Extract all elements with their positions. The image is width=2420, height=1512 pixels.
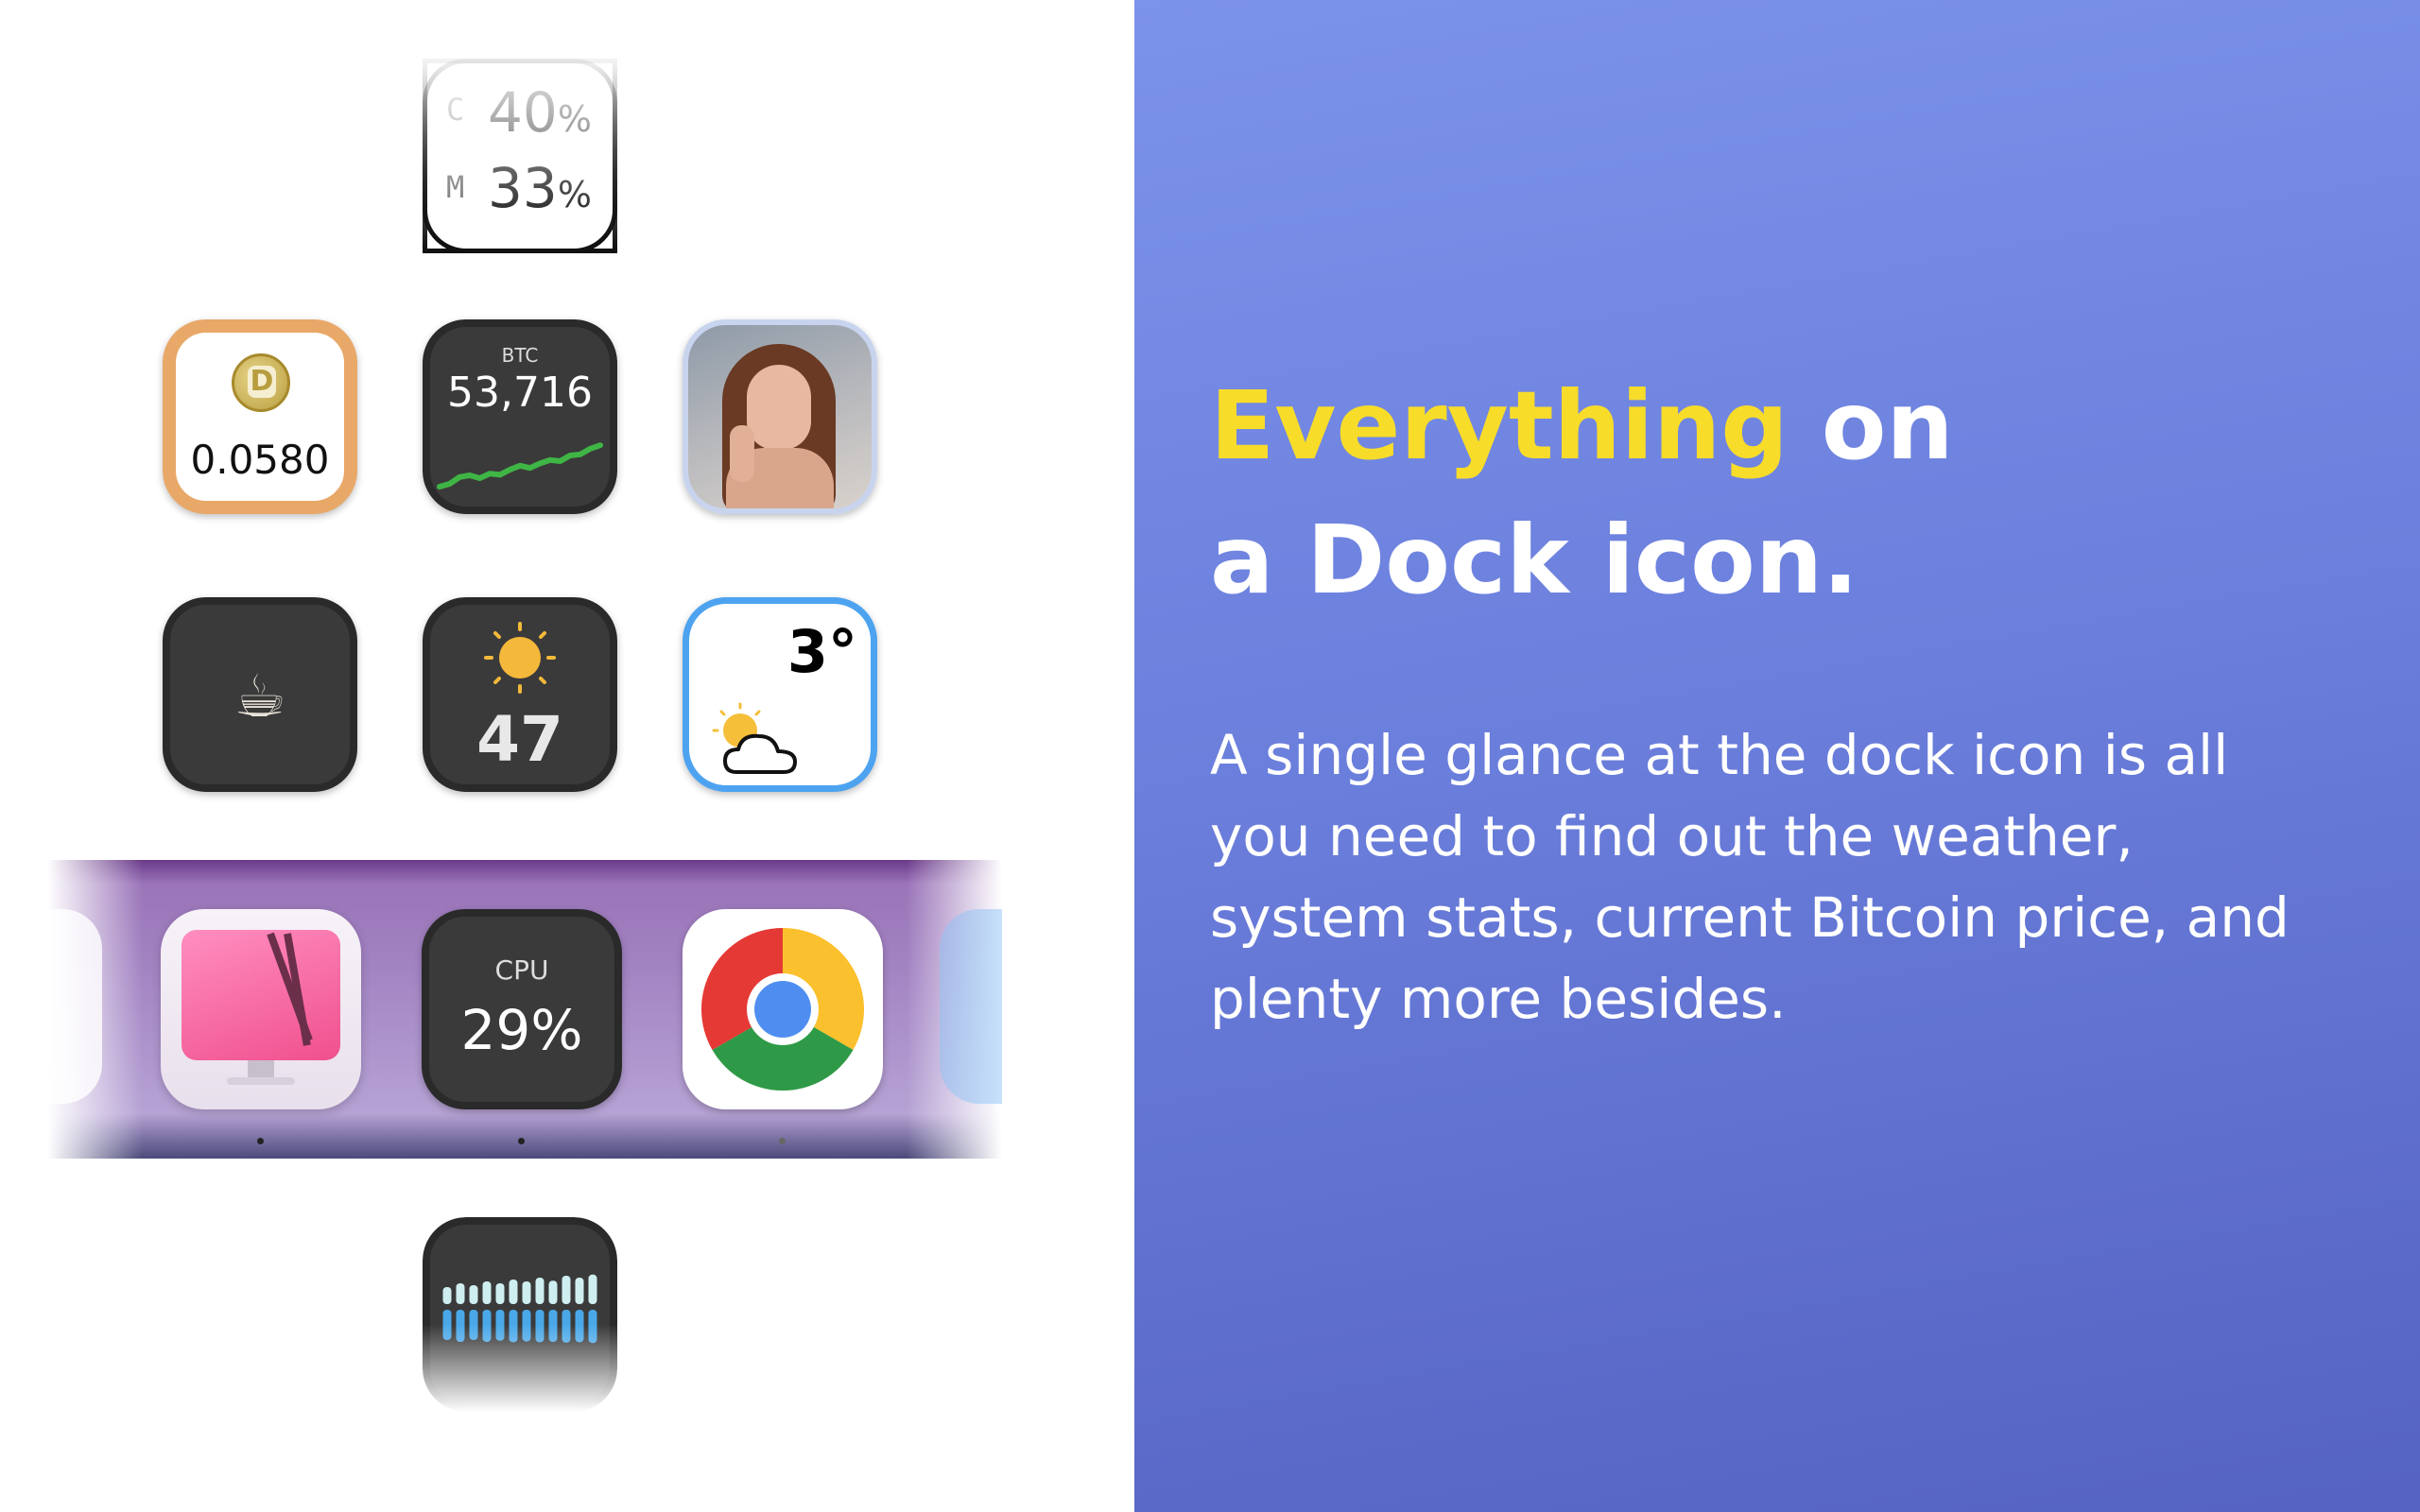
- icon-showcase-panel: C 40% M 33% D 0.0580 BTC 53,716 ☕ 47 3° …: [0, 0, 1134, 1512]
- audio-bar-top: [588, 1274, 597, 1304]
- audio-bar-bottom: [575, 1310, 584, 1343]
- sun-temperature-value: 47: [476, 703, 563, 776]
- btc-sparkline: [437, 442, 603, 490]
- chrome-icon[interactable]: [683, 909, 883, 1109]
- weather-icon[interactable]: 3°: [683, 597, 877, 792]
- audio-bar-bottom: [442, 1310, 452, 1340]
- description-text: A single glance at the dock icon is all …: [1210, 723, 2290, 1031]
- headline-line1-rest: on: [1788, 370, 1954, 481]
- dock-running-indicator: [779, 1138, 786, 1144]
- cpu-value: 40%: [488, 80, 592, 145]
- btc-label: BTC: [501, 344, 539, 367]
- partly-cloudy-icon: [712, 702, 797, 774]
- audio-bar-bottom: [456, 1310, 465, 1342]
- chrome-logo: [700, 928, 865, 1091]
- portrait-photo: [688, 325, 872, 508]
- sun-temperature-icon[interactable]: 47: [423, 597, 617, 792]
- cpu-dock-value: 29%: [460, 998, 583, 1062]
- bitcoin-price-icon[interactable]: BTC 53,716: [423, 319, 617, 514]
- audio-bar-top: [456, 1283, 465, 1304]
- audio-levels-icon[interactable]: [423, 1217, 617, 1412]
- audio-bar-bottom: [495, 1310, 505, 1341]
- dock-partial-left-icon[interactable]: [0, 909, 102, 1104]
- dock-partial-right-icon[interactable]: [940, 909, 1002, 1104]
- memory-value: 33%: [488, 156, 592, 220]
- memory-label: M: [446, 169, 465, 205]
- memory-stats-icon-frame: C 40% M 33%: [423, 59, 617, 253]
- audio-bar-top: [442, 1287, 452, 1304]
- dock-running-indicator: [257, 1138, 264, 1144]
- audio-bar-top: [482, 1281, 492, 1304]
- audio-bars: [442, 1274, 597, 1344]
- btc-price: 53,716: [447, 369, 593, 417]
- coffee-cup-icon: ☕: [233, 662, 286, 730]
- headline-accent: Everything: [1210, 370, 1789, 481]
- audio-bar-bottom: [469, 1310, 478, 1340]
- audio-bar-bottom: [588, 1310, 597, 1344]
- weather-temperature: 3°: [786, 617, 857, 686]
- audio-bar-bottom: [482, 1310, 492, 1342]
- audio-bar-bottom: [562, 1310, 571, 1343]
- dogecoin-coin-icon: D: [232, 353, 290, 412]
- audio-bar-bottom: [522, 1310, 531, 1342]
- audio-bar-top: [522, 1281, 531, 1304]
- dock-cpu-icon[interactable]: CPU 29%: [422, 909, 622, 1109]
- audio-bar-top: [535, 1278, 544, 1304]
- audio-bar-bottom: [509, 1310, 518, 1343]
- dogecoin-price: 0.0580: [190, 437, 330, 483]
- audio-bar-top: [509, 1280, 518, 1304]
- btc-sparkline-path: [437, 442, 603, 490]
- audio-bar-top: [469, 1285, 478, 1304]
- headline: Everything on a Dock icon.: [1210, 359, 2344, 627]
- caffeine-icon[interactable]: ☕: [163, 597, 357, 792]
- audio-bar-top: [495, 1283, 505, 1304]
- sun-icon: [484, 622, 556, 694]
- cleanmymac-icon[interactable]: [161, 909, 361, 1109]
- audio-bar-top: [562, 1276, 571, 1304]
- audio-bar-bottom: [548, 1310, 558, 1342]
- headline-line2: a Dock icon.: [1210, 505, 1859, 615]
- cpu-label: C: [446, 92, 465, 128]
- audio-bar-bottom: [535, 1310, 544, 1343]
- dock-running-indicator: [518, 1138, 525, 1144]
- cpu-dock-label: CPU: [494, 954, 549, 986]
- dogecoin-price-icon[interactable]: D 0.0580: [163, 319, 357, 514]
- audio-bar-top: [575, 1278, 584, 1304]
- photo-frame-icon[interactable]: [683, 319, 877, 514]
- audio-bar-top: [548, 1280, 558, 1304]
